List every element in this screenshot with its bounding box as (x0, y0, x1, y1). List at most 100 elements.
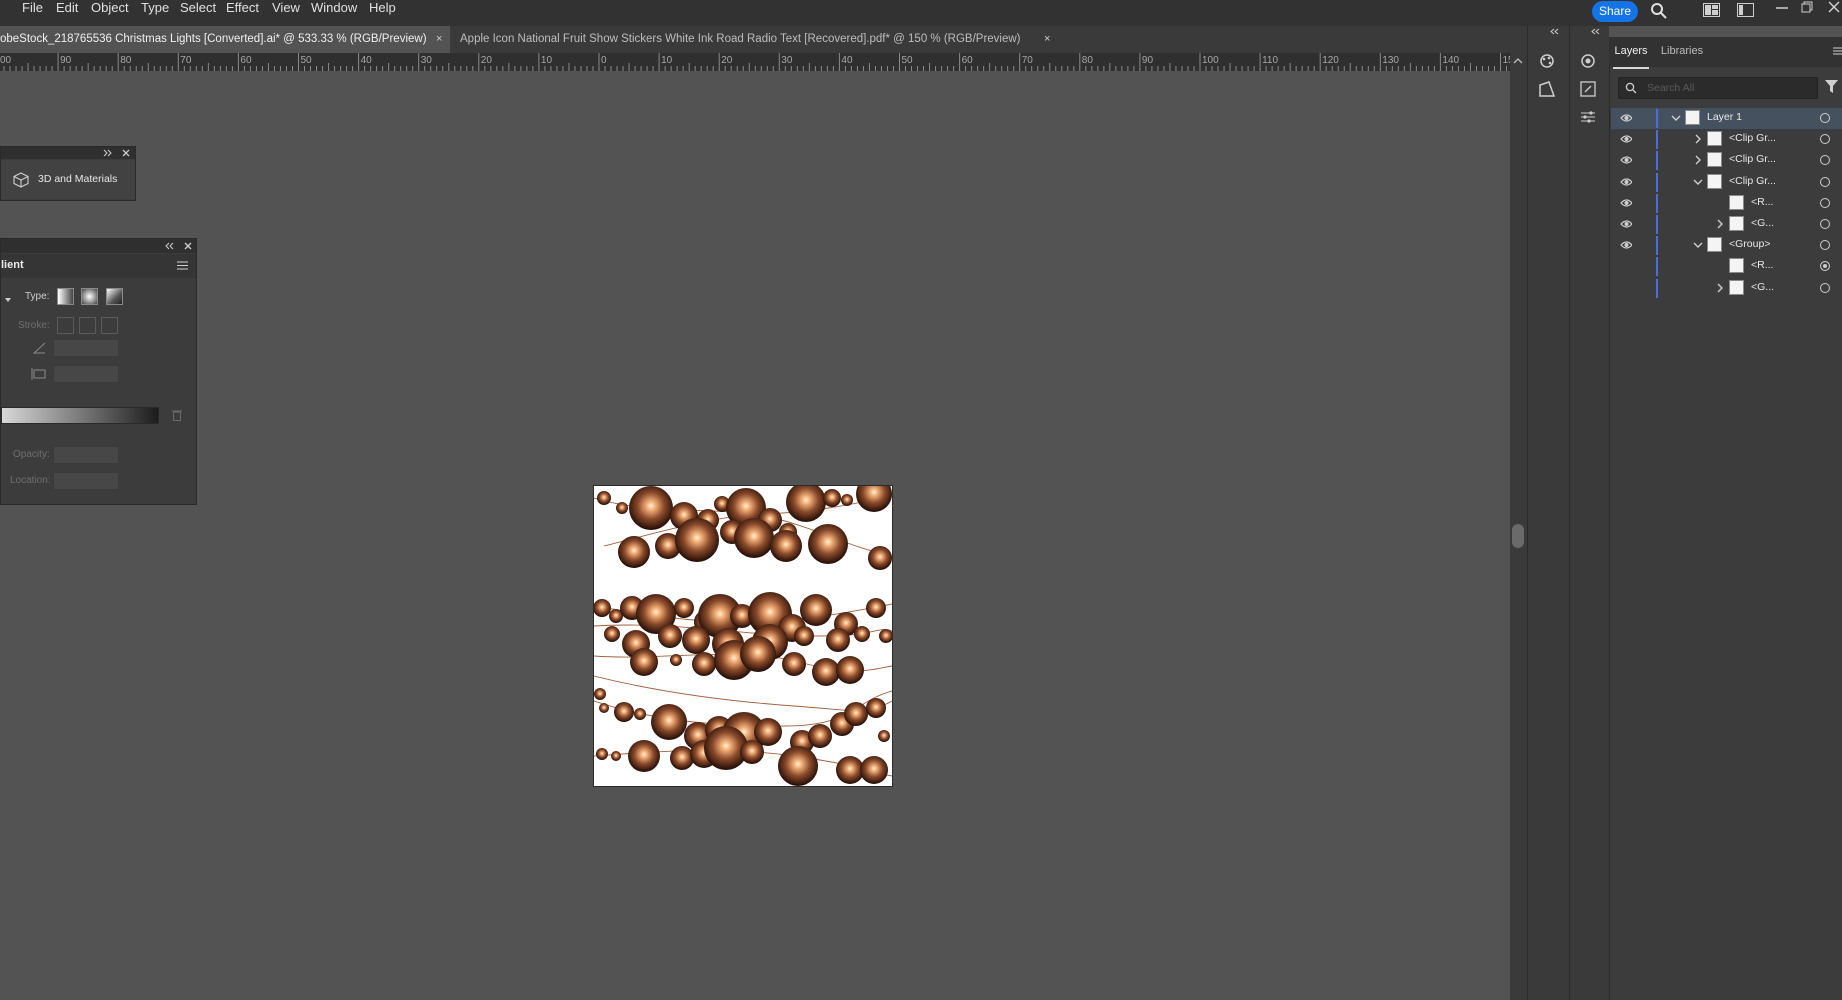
tab-christmas-lights[interactable]: obeStock_218765536 Christmas Lights [Con… (0, 26, 450, 53)
scroll-up-icon[interactable] (1513, 57, 1523, 65)
chevron-down-icon[interactable] (1693, 238, 1703, 252)
gradient-slider[interactable] (1, 407, 159, 424)
menu-help[interactable]: Help (369, 0, 396, 26)
transform-icon[interactable] (1578, 79, 1598, 99)
menu-type[interactable]: Type (141, 0, 169, 26)
chevron-right-icon[interactable] (1715, 281, 1725, 295)
layer-target-icon[interactable] (1820, 219, 1830, 229)
visibility-eye-icon[interactable] (1620, 154, 1632, 166)
chevron-down-icon[interactable] (1693, 175, 1703, 189)
layer-target-icon[interactable] (1820, 113, 1830, 123)
layer-name[interactable]: <Clip Gr... (1729, 175, 1776, 187)
menu-view[interactable]: View (272, 0, 300, 26)
layers-search-input[interactable]: Search All (1618, 77, 1818, 99)
linear-gradient-button[interactable] (57, 288, 74, 305)
restore-icon[interactable] (1801, 1, 1813, 13)
ruler-label: 30 (781, 55, 793, 66)
layer-name[interactable]: <Clip Gr... (1729, 153, 1776, 165)
layer-target-icon[interactable] (1820, 197, 1830, 208)
layer-target-icon[interactable] (1820, 282, 1830, 293)
stroke-across-button[interactable] (101, 317, 118, 334)
opacity-field[interactable] (53, 446, 119, 464)
layer-row[interactable]: <G... (1611, 278, 1842, 299)
christmas-lights-artwork[interactable] (594, 486, 892, 786)
minimize-icon[interactable] (1776, 5, 1788, 11)
tab-close-icon[interactable]: × (1044, 26, 1050, 53)
chevron-right-icon[interactable] (1715, 217, 1725, 231)
layer-name[interactable]: Layer 1 (1707, 111, 1742, 123)
layer-row[interactable]: <Clip Gr... (1611, 172, 1842, 193)
delete-stop-icon[interactable] (172, 409, 182, 421)
visibility-eye-icon[interactable] (1620, 239, 1632, 251)
stroke-within-button[interactable] (57, 317, 74, 334)
menu-edit[interactable]: Edit (56, 0, 78, 26)
search-icon[interactable] (1650, 2, 1667, 19)
properties-sliders-icon[interactable] (1578, 107, 1598, 127)
visibility-eye-icon[interactable] (1620, 112, 1632, 124)
stroke-along-button[interactable] (79, 317, 96, 334)
share-button[interactable]: Share (1592, 1, 1638, 22)
layer-target-icon[interactable] (1820, 155, 1830, 166)
freeform-gradient-button[interactable] (106, 288, 123, 305)
angle-field[interactable] (53, 339, 119, 357)
layer-row[interactable]: <R... (1611, 193, 1842, 214)
scrollbar-thumb[interactable] (1512, 524, 1524, 548)
appearance-icon[interactable] (1578, 51, 1598, 71)
ruler-label: 130 (1382, 55, 1399, 66)
layer-row[interactable]: <Clip Gr... (1611, 150, 1842, 171)
location-field[interactable] (53, 472, 119, 490)
collapse-icon[interactable] (103, 149, 113, 157)
filter-icon[interactable] (1825, 80, 1838, 93)
layer-name[interactable]: <R... (1751, 196, 1773, 208)
tab-libraries[interactable]: Libraries (1659, 37, 1705, 67)
visibility-eye-icon[interactable] (1620, 176, 1632, 188)
menu-window[interactable]: Window (311, 0, 357, 26)
radial-gradient-button[interactable] (81, 288, 98, 305)
layer-name[interactable]: <Clip Gr... (1729, 132, 1776, 144)
workspace-switcher-icon[interactable] (1737, 3, 1754, 17)
layer-target-icon[interactable] (1820, 240, 1830, 251)
horizontal-ruler[interactable]: 00 90 80 70 60 50 40 30 20 10 0 10 20 30 40 50 60 70 80 90 1… (0, 53, 1510, 72)
gradient-swatch-dropdown-icon[interactable] (5, 298, 11, 302)
close-window-icon[interactable] (1828, 1, 1840, 13)
visibility-eye-icon[interactable] (1620, 133, 1632, 145)
layer-name[interactable]: <Group> (1729, 238, 1770, 250)
aspect-ratio-field[interactable] (53, 365, 119, 383)
materials-button[interactable]: 3D and Materials (1, 160, 135, 199)
layer-target-icon[interactable] (1820, 134, 1830, 145)
tab-layers[interactable]: Layers (1613, 37, 1649, 69)
layer-name[interactable]: <G... (1751, 217, 1774, 229)
layer-row[interactable]: <Clip Gr... (1611, 129, 1842, 150)
menu-object[interactable]: Object (91, 0, 129, 26)
layer-name[interactable]: <R... (1751, 259, 1773, 271)
arrange-documents-icon[interactable] (1703, 3, 1720, 17)
visibility-eye-icon[interactable] (1620, 197, 1632, 209)
layer-name[interactable]: <G... (1751, 281, 1774, 293)
expand-panels-icon[interactable] (1591, 28, 1601, 35)
artboard[interactable] (593, 485, 893, 787)
panel-header[interactable] (1, 147, 135, 159)
visibility-eye-icon[interactable] (1620, 218, 1632, 230)
close-panel-icon[interactable] (184, 242, 192, 250)
expand-panels-icon[interactable] (1550, 28, 1560, 35)
chevron-down-icon[interactable] (1671, 111, 1681, 125)
asset-export-icon[interactable] (1537, 79, 1557, 99)
menu-file[interactable]: File (22, 0, 43, 26)
layer-row[interactable]: <G... (1611, 214, 1842, 235)
layer-target-icon[interactable] (1820, 176, 1830, 187)
layers-panel-menu-icon[interactable] (1833, 47, 1842, 55)
layer-target-icon[interactable] (1820, 261, 1830, 272)
layer-row[interactable]: Layer 1 (1611, 108, 1842, 129)
tab-apple-icon[interactable]: Apple Icon National Fruit Show Stickers … (452, 26, 1057, 53)
close-panel-icon[interactable] (122, 149, 130, 157)
chevron-right-icon[interactable] (1693, 153, 1703, 167)
chevron-right-icon[interactable] (1693, 132, 1703, 146)
menu-select[interactable]: Select (180, 0, 216, 26)
layer-row[interactable]: <R... (1611, 256, 1842, 277)
menu-effect[interactable]: Effect (226, 0, 259, 26)
layer-row[interactable]: <Group> (1611, 235, 1842, 256)
color-guide-icon[interactable] (1537, 51, 1557, 71)
panel-menu-icon[interactable] (177, 261, 188, 270)
collapse-icon[interactable] (165, 242, 175, 250)
tab-close-icon[interactable]: × (436, 26, 442, 53)
